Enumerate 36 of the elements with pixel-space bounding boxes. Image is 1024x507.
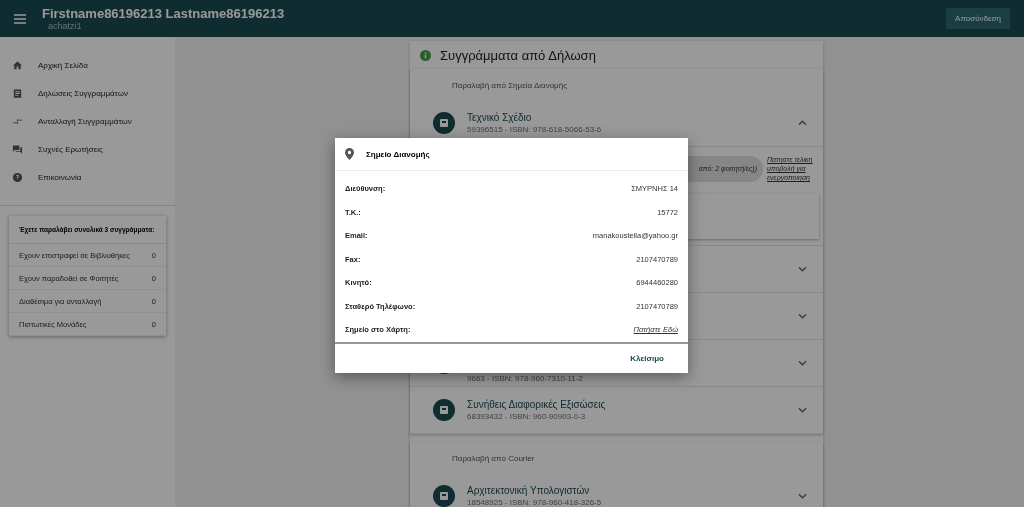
book-icon	[433, 112, 455, 134]
username: achatzi1	[48, 21, 83, 31]
group-title: Παραλαβή από Σημεία Διανομής	[451, 80, 569, 92]
chevron-down-icon[interactable]	[798, 407, 807, 414]
section-title: Συγγράμματα από Δήλωση	[440, 47, 596, 63]
book-title: Συνήθεις Διαφορικές Εξισώσεις	[467, 399, 607, 411]
book-title: Τεχνικό Σχέδιο	[467, 112, 533, 123]
nav-item[interactable]: Επικοινωνία	[0, 163, 175, 191]
document-icon	[12, 87, 23, 99]
chevron-down-icon[interactable]	[798, 360, 807, 367]
chat-icon	[12, 143, 23, 155]
home-icon	[12, 59, 23, 71]
menu-icon[interactable]	[14, 13, 26, 24]
chevron-down-icon[interactable]	[798, 493, 807, 500]
close-button[interactable]: Κλείσιμο	[620, 347, 674, 369]
book-isbn: 18548925 - ISBN: 978-960-418-326-5	[467, 498, 603, 507]
nav-item[interactable]: Συχνές Ερωτήσεις	[0, 135, 175, 163]
chevron-down-icon[interactable]	[798, 313, 807, 320]
nav-item[interactable]: Δηλώσεις Συγγραμμάτων	[0, 79, 175, 107]
nav-item[interactable]: Αρχική Σελίδα	[0, 51, 175, 79]
help-icon	[12, 171, 23, 183]
book-row[interactable]: Αρχιτεκτονική Υπολογιστών 18548925 - ISBN: 978-960-418-326-5	[410, 473, 823, 507]
logout-button[interactable]: Αποσύνδεση	[946, 8, 1010, 29]
user-name: Firstname86196213 Lastname86196213	[42, 6, 286, 21]
nav-item[interactable]: Ανταλλαγή Συγγραμμάτων	[0, 107, 175, 135]
chevron-up-icon[interactable]	[798, 120, 807, 126]
group-title: Παραλαβή από Courier	[451, 453, 536, 466]
book-row[interactable]: Συνήθεις Διαφορικές Εξισώσεις 68393432 - ISBN: 960-90903-0-3	[410, 387, 823, 435]
info-icon	[420, 49, 431, 61]
location-pin-icon	[345, 148, 354, 160]
book-title: Αρχιτεκτονική Υπολογιστών	[467, 485, 591, 497]
book-isbn: 68393432 - ISBN: 960-90903-0-3	[467, 412, 587, 422]
chevron-down-icon[interactable]	[798, 266, 807, 273]
book-isbn: 9663 - ISBN: 978-960-7310-11-2	[467, 373, 584, 383]
book-icon	[433, 399, 455, 422]
book-isbn: 59396515 - ISBN: 978-618-5066-53-6	[467, 125, 603, 134]
